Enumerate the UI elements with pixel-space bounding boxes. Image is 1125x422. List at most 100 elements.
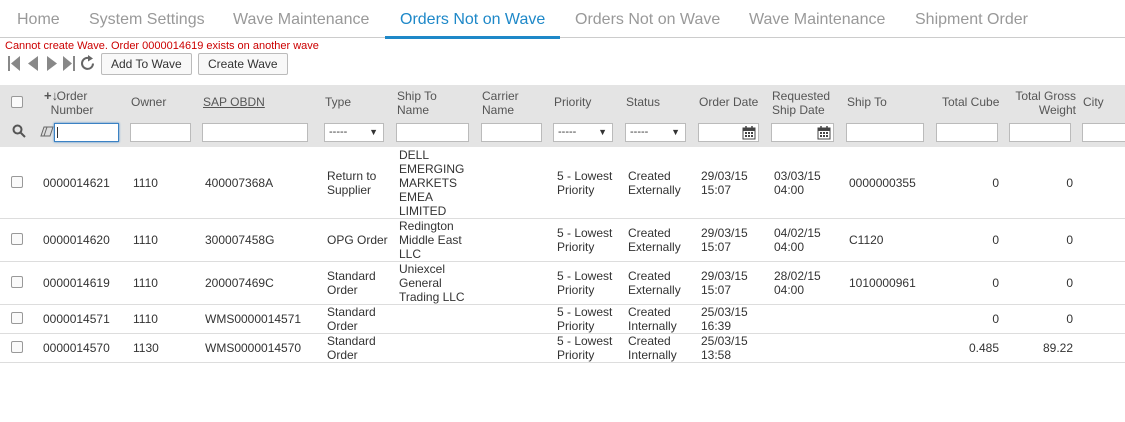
carrier-name-filter-input[interactable] — [481, 123, 542, 142]
ship-to-name-filter-input[interactable] — [396, 123, 469, 142]
owner-cell: 1130 — [133, 341, 159, 355]
type-cell: Standard Order — [327, 269, 376, 297]
column-header-owner[interactable]: Owner — [131, 95, 166, 109]
tab-wave-maintenance[interactable]: Wave Maintenance — [233, 0, 369, 38]
search-icon[interactable] — [12, 124, 26, 141]
order-number-cell[interactable]: 0000014619 — [43, 276, 110, 290]
ship-to-cell: 0000000355 — [849, 176, 916, 190]
calendar-icon[interactable] — [742, 125, 756, 143]
tab-home[interactable]: Home — [17, 0, 60, 38]
order-date-cell: 25/03/15 13:58 — [701, 334, 748, 362]
column-header-requested-ship-date[interactable]: Requested Ship Date — [772, 89, 834, 117]
ship-to-name-cell: DELL EMERGING MARKETS EMEA LIMITED — [399, 148, 465, 218]
order-number-filter-input[interactable] — [54, 123, 119, 142]
chevron-down-icon: ▼ — [369, 127, 378, 137]
column-header-type[interactable]: Type — [325, 95, 351, 109]
total-cube-cell: 0 — [992, 312, 999, 326]
select-all-checkbox[interactable] — [11, 96, 23, 108]
sap-obdn-cell: 300007458G — [205, 233, 275, 247]
total-cube-cell: 0 — [992, 233, 999, 247]
refresh-icon[interactable] — [80, 55, 96, 72]
create-wave-button[interactable]: Create Wave — [198, 53, 288, 75]
type-filter-value: ----- — [329, 126, 348, 138]
status-cell: Created Internally — [628, 334, 677, 362]
total-gross-weight-cell: 0 — [1066, 276, 1073, 290]
calendar-icon[interactable] — [817, 125, 831, 143]
type-filter-select[interactable]: ----- ▼ — [324, 123, 384, 142]
next-page-icon[interactable] — [45, 55, 59, 72]
column-header-city[interactable]: City — [1083, 95, 1104, 109]
order-number-cell[interactable]: 0000014620 — [43, 233, 110, 247]
tab-bar: Home System Settings Wave Maintenance Or… — [0, 0, 1125, 39]
tab-system-settings[interactable]: System Settings — [89, 0, 205, 38]
order-date-filter-input[interactable] — [698, 123, 759, 142]
ship-to-name-cell: Uniexcel General Trading LLC — [399, 262, 465, 304]
total-cube-filter-input[interactable] — [936, 123, 998, 142]
row-divider — [0, 261, 1125, 262]
owner-cell: 1110 — [133, 176, 158, 190]
column-header-order-number[interactable]: Order Number — [42, 89, 102, 117]
order-date-cell: 29/03/15 15:07 — [701, 226, 748, 254]
total-gross-weight-filter-input[interactable] — [1009, 123, 1071, 142]
order-number-cell[interactable]: 0000014621 — [43, 176, 110, 190]
status-filter-select[interactable]: ----- ▼ — [625, 123, 686, 142]
requested-ship-date-filter-input[interactable] — [771, 123, 834, 142]
column-header-carrier-name[interactable]: Carrier Name — [482, 89, 530, 117]
ship-to-cell: C1120 — [849, 233, 884, 247]
row-checkbox[interactable] — [11, 233, 23, 245]
last-page-icon[interactable] — [62, 55, 76, 72]
column-header-total-gross-weight[interactable]: Total Gross Weight — [1008, 89, 1076, 117]
row-checkbox[interactable] — [11, 312, 23, 324]
eraser-icon[interactable] — [40, 126, 54, 140]
column-header-priority[interactable]: Priority — [554, 95, 591, 109]
type-cell: Standard Order — [327, 334, 376, 362]
total-gross-weight-cell: 0 — [1066, 233, 1073, 247]
column-header-order-date[interactable]: Order Date — [699, 95, 758, 109]
status-cell: Created Internally — [628, 305, 677, 333]
order-number-cell[interactable]: 0000014571 — [43, 312, 110, 326]
tab-shipment-order[interactable]: Shipment Order — [915, 0, 1028, 38]
error-message: Cannot create Wave. Order 0000014619 exi… — [5, 40, 319, 52]
add-to-wave-button[interactable]: Add To Wave — [101, 53, 192, 75]
status-cell: Created Externally — [628, 269, 681, 297]
total-cube-cell: 0 — [992, 176, 999, 190]
total-gross-weight-cell: 0 — [1066, 312, 1073, 326]
owner-cell: 1110 — [133, 312, 158, 326]
city-filter-input[interactable] — [1082, 123, 1125, 142]
requested-ship-date-cell: 28/02/15 04:00 — [774, 269, 821, 297]
previous-page-icon[interactable] — [26, 55, 40, 72]
priority-filter-select[interactable]: ----- ▼ — [553, 123, 613, 142]
owner-filter-input[interactable] — [130, 123, 191, 142]
priority-cell: 5 - Lowest Priority — [557, 226, 613, 254]
sap-obdn-cell: 400007368A — [205, 176, 274, 190]
row-divider — [0, 362, 1125, 363]
chevron-down-icon: ▼ — [671, 127, 680, 137]
total-cube-cell: 0.485 — [968, 341, 999, 355]
column-header-ship-to[interactable]: Ship To — [847, 95, 887, 109]
requested-ship-date-cell: 04/02/15 04:00 — [774, 226, 821, 254]
row-checkbox[interactable] — [11, 276, 23, 288]
sap-obdn-filter-input[interactable] — [202, 123, 308, 142]
tab-orders-not-on-wave[interactable]: Orders Not on Wave — [575, 0, 720, 38]
priority-cell: 5 - Lowest Priority — [557, 334, 613, 362]
column-header-sap-obdn[interactable]: SAP OBDN — [203, 95, 265, 109]
ship-to-name-cell: Redington Middle East LLC — [399, 219, 462, 261]
type-cell: Standard Order — [327, 305, 376, 333]
column-header-total-cube[interactable]: Total Cube — [942, 95, 999, 109]
order-number-cell[interactable]: 0000014570 — [43, 341, 110, 355]
priority-filter-value: ----- — [558, 126, 577, 138]
row-checkbox[interactable] — [11, 341, 23, 353]
sap-obdn-cell: WMS0000014570 — [205, 341, 302, 355]
row-checkbox[interactable] — [11, 176, 23, 188]
column-header-ship-to-name[interactable]: Ship To Name — [397, 89, 445, 117]
ship-to-cell: 1010000961 — [849, 276, 916, 290]
status-cell: Created Externally — [628, 169, 681, 197]
status-filter-value: ----- — [630, 126, 649, 138]
tab-wave-maintenance-2[interactable]: Wave Maintenance — [749, 0, 885, 38]
sap-obdn-cell: 200007469C — [205, 276, 274, 290]
order-date-cell: 29/03/15 15:07 — [701, 169, 748, 197]
first-page-icon[interactable] — [7, 55, 21, 72]
column-header-status[interactable]: Status — [626, 95, 660, 109]
tab-orders-not-on-wave-active[interactable]: Orders Not on Wave — [385, 0, 561, 39]
ship-to-filter-input[interactable] — [846, 123, 924, 142]
